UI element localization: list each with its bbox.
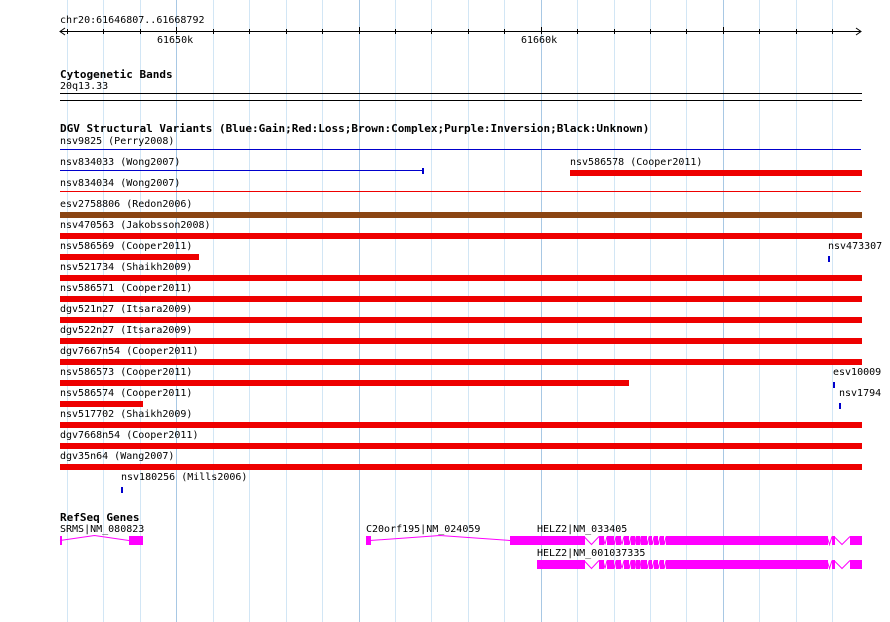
gene-exon[interactable]: [599, 536, 604, 545]
gene-exon[interactable]: [616, 536, 621, 545]
gene-exon[interactable]: [660, 560, 664, 569]
gene-exon[interactable]: [631, 536, 635, 545]
gene-intron: [833, 560, 851, 570]
variant-bar[interactable]: [60, 464, 862, 470]
gene-exon[interactable]: [616, 560, 621, 569]
gene-exon[interactable]: [636, 560, 640, 569]
variant-bar[interactable]: [60, 359, 862, 365]
variant-label[interactable]: esv10009: [833, 367, 881, 379]
variant-tick[interactable]: [828, 256, 830, 262]
variant-label[interactable]: nsv1794: [839, 388, 881, 400]
variant-label[interactable]: nsv517702 (Shaikh2009): [60, 409, 192, 421]
gene-exon[interactable]: [624, 560, 629, 569]
genome-browser-view: chr20:61646807..61668792 61650k 61660k C…: [0, 0, 890, 622]
gene-intron: [833, 536, 851, 546]
variant-tick[interactable]: [121, 487, 123, 493]
gene-intron: [59, 534, 130, 541]
variant-label[interactable]: dgv522n27 (Itsara2009): [60, 325, 192, 337]
gene-exon[interactable]: [599, 560, 604, 569]
gene-exon[interactable]: [60, 536, 62, 545]
gene-exon[interactable]: [636, 536, 640, 545]
variant-bar[interactable]: [60, 401, 143, 407]
gene-exon[interactable]: [537, 536, 585, 545]
variant-label[interactable]: nsv180256 (Mills2006): [121, 472, 247, 484]
variant-bar[interactable]: [60, 380, 629, 386]
gene-label[interactable]: SRMS|NM_080823: [60, 524, 144, 536]
gene-exon[interactable]: [641, 536, 647, 545]
gene-exon[interactable]: [654, 560, 658, 569]
cytoband-line: [60, 100, 862, 101]
variant-bar[interactable]: [60, 338, 862, 344]
variant-bar[interactable]: [60, 422, 862, 428]
variant-label[interactable]: nsv9825 (Perry2008): [60, 136, 174, 148]
variant-label[interactable]: dgv7668n54 (Cooper2011): [60, 430, 198, 442]
gene-intron: [369, 534, 511, 541]
gene-exon[interactable]: [366, 536, 371, 545]
variant-label[interactable]: nsv586574 (Cooper2011): [60, 388, 192, 400]
variant-bar[interactable]: [60, 317, 862, 323]
variant-bar[interactable]: [570, 170, 862, 176]
gene-exon[interactable]: [649, 536, 652, 545]
variant-bar[interactable]: [60, 233, 862, 239]
variant-tick[interactable]: [833, 382, 835, 388]
gene-label[interactable]: HELZ2|NM_033405: [537, 524, 627, 536]
variant-label[interactable]: nsv470563 (Jakobsson2008): [60, 220, 211, 232]
variant-label[interactable]: nsv834033 (Wong2007): [60, 157, 180, 169]
variant-label[interactable]: nsv586573 (Cooper2011): [60, 367, 192, 379]
cytoband-line: [60, 93, 862, 94]
variant-label[interactable]: dgv35n64 (Wang2007): [60, 451, 174, 463]
gene-exon[interactable]: [649, 560, 652, 569]
gene-exon[interactable]: [607, 536, 614, 545]
gene-exon[interactable]: [537, 560, 585, 569]
variant-label[interactable]: esv2758806 (Redon2006): [60, 199, 192, 211]
variant-label[interactable]: nsv586569 (Cooper2011): [60, 241, 192, 253]
variant-label[interactable]: nsv586578 (Cooper2011): [570, 157, 702, 169]
gene-exon[interactable]: [666, 536, 828, 545]
gene-label[interactable]: C20orf195|NM_024059: [366, 524, 480, 536]
variant-bar[interactable]: [60, 296, 862, 302]
variant-bar[interactable]: [60, 254, 199, 260]
gene-exon[interactable]: [832, 560, 835, 569]
variant-label[interactable]: nsv473307: [828, 241, 882, 253]
gene-intron: [583, 560, 600, 570]
variant-label[interactable]: dgv521n27 (Itsara2009): [60, 304, 192, 316]
gene-exon[interactable]: [129, 536, 143, 545]
variant-tick[interactable]: [839, 403, 841, 409]
gene-exon[interactable]: [850, 536, 862, 545]
gene-exon[interactable]: [624, 536, 629, 545]
gene-exon[interactable]: [654, 536, 658, 545]
gene-exon[interactable]: [631, 560, 635, 569]
variant-end-cap: [422, 168, 424, 174]
variant-label[interactable]: nsv834034 (Wong2007): [60, 178, 180, 190]
variant-label[interactable]: nsv521734 (Shaikh2009): [60, 262, 192, 274]
variant-bar[interactable]: [60, 443, 862, 449]
variant-label[interactable]: dgv7667n54 (Cooper2011): [60, 346, 198, 358]
variant-bar[interactable]: [60, 212, 862, 218]
gene-exon[interactable]: [607, 560, 614, 569]
gene-exon[interactable]: [666, 560, 828, 569]
gene-label[interactable]: HELZ2|NM_001037335: [537, 548, 645, 560]
gene-intron: [583, 536, 600, 546]
gene-exon[interactable]: [832, 536, 835, 545]
gene-exon[interactable]: [641, 560, 647, 569]
variant-bar[interactable]: [60, 275, 862, 281]
gene-exon[interactable]: [850, 560, 862, 569]
variant-label[interactable]: nsv586571 (Cooper2011): [60, 283, 192, 295]
gene-exon[interactable]: [660, 536, 664, 545]
